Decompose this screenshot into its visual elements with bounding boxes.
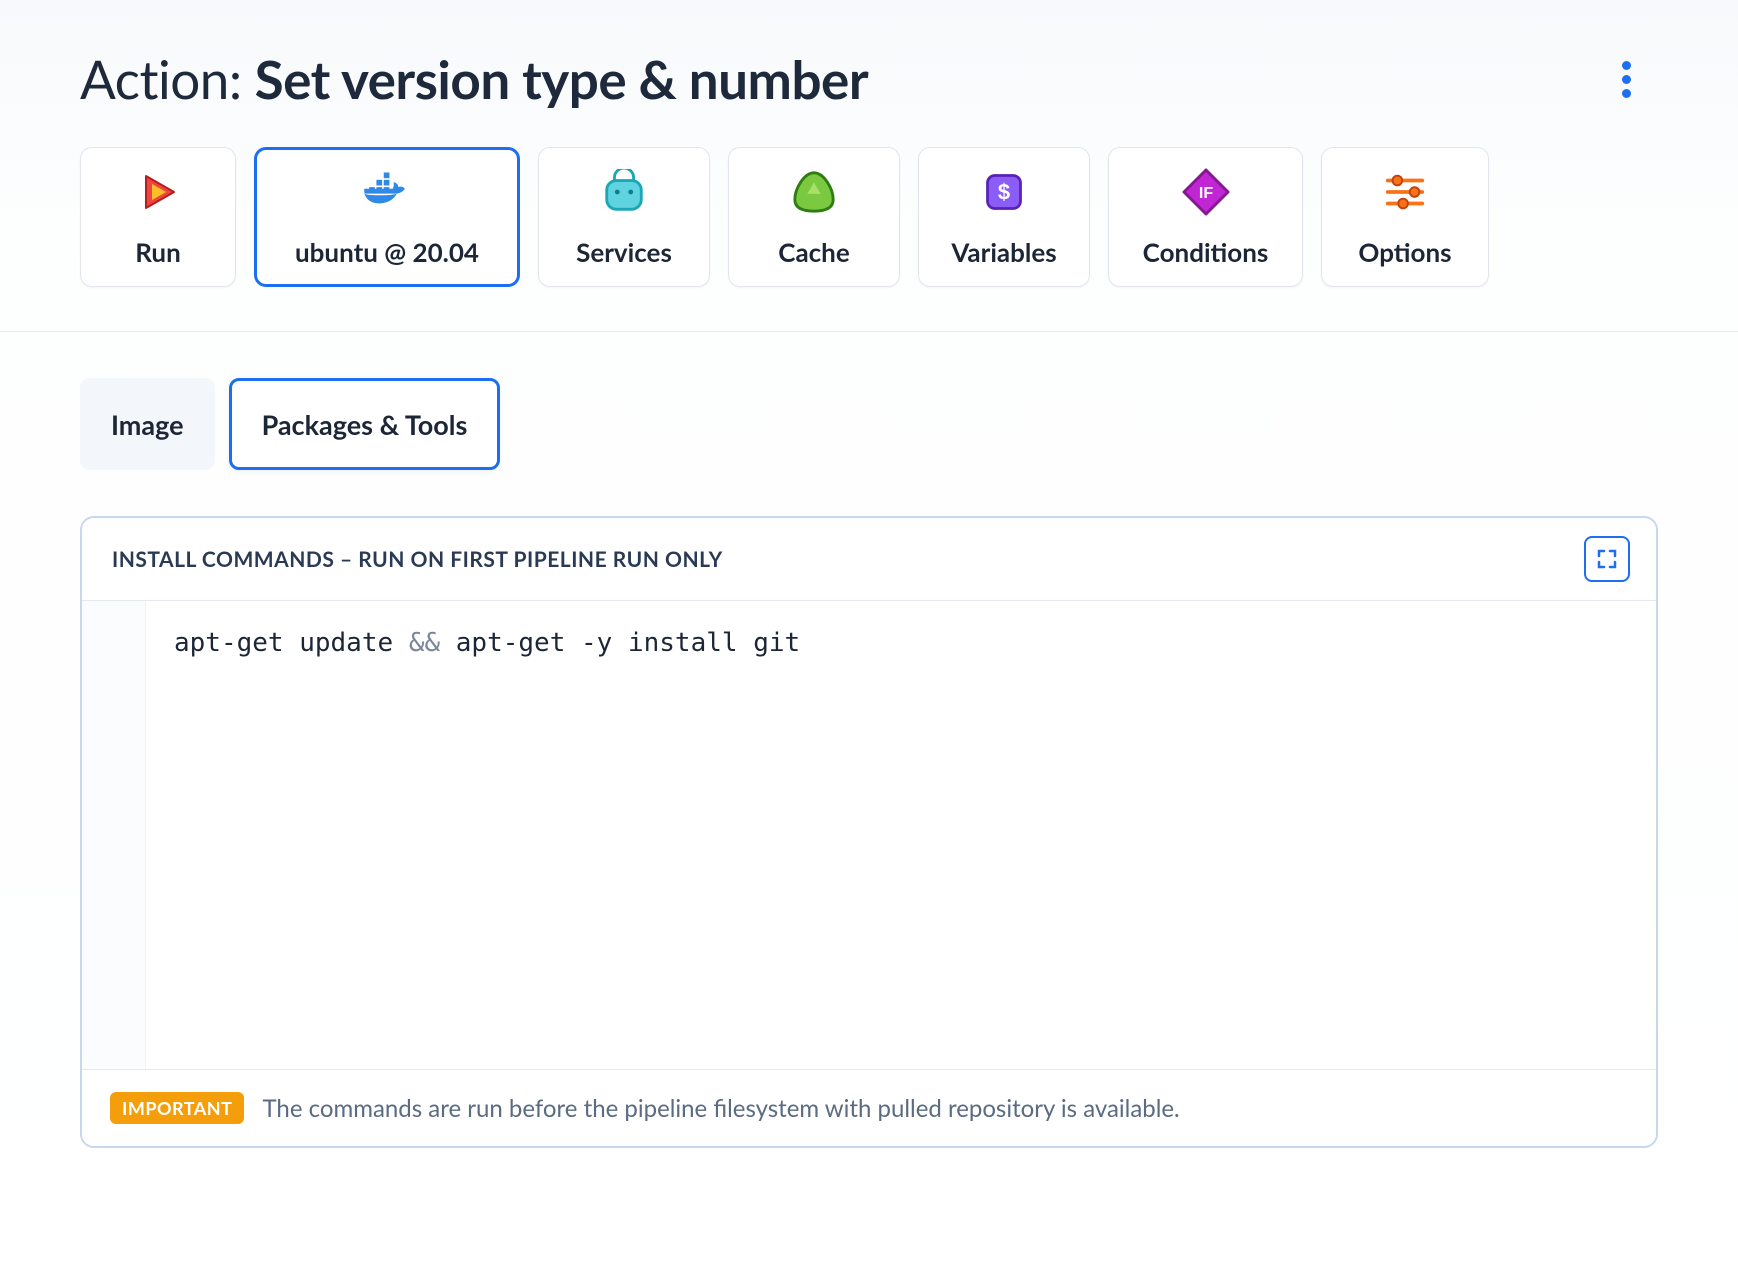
docker-icon xyxy=(361,166,413,218)
code-editor[interactable]: apt-get update && apt-get -y install git xyxy=(146,601,1656,1069)
page-title-prefix: Action: xyxy=(80,48,255,111)
editor-header: Install commands – run on first pipeline… xyxy=(82,518,1656,601)
tab-services[interactable]: Services xyxy=(538,147,710,287)
important-badge: IMPORTANT xyxy=(110,1092,244,1124)
tab-label: Options xyxy=(1358,236,1451,268)
tab-label: ubuntu @ 20.04 xyxy=(295,236,479,268)
tab-label: Conditions xyxy=(1143,236,1269,268)
tab-cache[interactable]: Cache xyxy=(728,147,900,287)
tab-variables[interactable]: $ Variables xyxy=(918,147,1090,287)
dollar-icon: $ xyxy=(978,166,1030,218)
editor-header-label: Install commands – run on first pipeline… xyxy=(112,547,723,572)
sub-tab-image[interactable]: Image xyxy=(80,378,215,470)
sub-tabs: Image Packages & Tools xyxy=(80,378,1658,470)
more-menu-button[interactable] xyxy=(1604,58,1648,102)
code-text: apt-get -y install git xyxy=(440,628,800,658)
top-tabs: Run ubuntu @ 20.04 xyxy=(80,147,1658,287)
sub-tab-label: Packages & Tools xyxy=(262,408,468,441)
footer-note: The commands are run before the pipeline… xyxy=(262,1094,1179,1123)
tab-environment[interactable]: ubuntu @ 20.04 xyxy=(254,147,520,287)
play-icon xyxy=(132,166,184,218)
kebab-dot-icon xyxy=(1622,61,1631,70)
tab-label: Variables xyxy=(951,236,1056,268)
code-text: apt-get update xyxy=(174,628,409,658)
page-header: Action: Set version type & number xyxy=(80,48,1658,111)
sub-tab-label: Image xyxy=(111,408,184,441)
package-icon xyxy=(598,166,650,218)
install-commands-panel: Install commands – run on first pipeline… xyxy=(80,516,1658,1148)
code-operator: && xyxy=(409,628,440,658)
editor-footer: IMPORTANT The commands are run before th… xyxy=(82,1069,1656,1146)
tab-run[interactable]: Run xyxy=(80,147,236,287)
diamond-if-icon: IF xyxy=(1180,166,1232,218)
svg-text:IF: IF xyxy=(1198,185,1212,202)
tab-options[interactable]: Options xyxy=(1321,147,1489,287)
tab-label: Run xyxy=(135,236,181,268)
editor-gutter xyxy=(82,601,146,1069)
tab-label: Services xyxy=(576,236,672,268)
tab-label: Cache xyxy=(778,236,849,268)
svg-text:$: $ xyxy=(998,179,1010,204)
expand-editor-button[interactable] xyxy=(1584,536,1630,582)
divider xyxy=(0,331,1738,332)
expand-icon xyxy=(1595,547,1619,571)
editor-body[interactable]: apt-get update && apt-get -y install git xyxy=(82,601,1656,1069)
blob-icon xyxy=(788,166,840,218)
kebab-dot-icon xyxy=(1622,75,1631,84)
sliders-icon xyxy=(1379,166,1431,218)
sub-tab-packages-tools[interactable]: Packages & Tools xyxy=(229,378,501,470)
kebab-dot-icon xyxy=(1622,89,1631,98)
page-title: Action: Set version type & number xyxy=(80,48,868,111)
page-title-name: Set version type & number xyxy=(255,48,868,111)
tab-conditions[interactable]: IF Conditions xyxy=(1108,147,1303,287)
